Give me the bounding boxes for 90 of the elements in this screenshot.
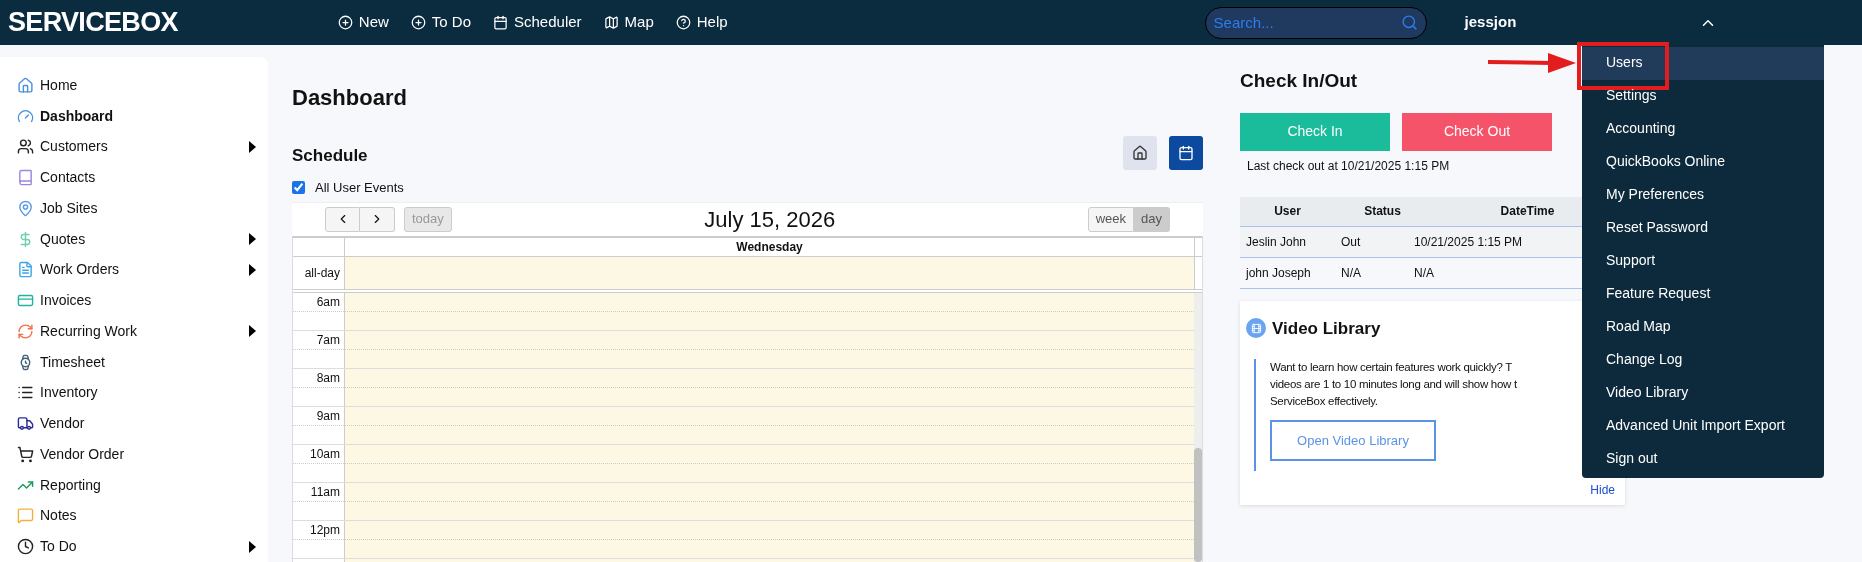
nav-link[interactable]: Help — [675, 11, 728, 34]
scrollbar[interactable] — [1194, 292, 1202, 562]
chat-icon — [17, 507, 34, 525]
nav-link[interactable]: New — [337, 11, 389, 34]
sidebar-item[interactable]: Invoices — [40, 290, 92, 312]
hour-label: 6am — [316, 293, 340, 311]
refresh-icon — [17, 322, 34, 340]
sidebar-item[interactable]: Job Sites — [40, 197, 98, 219]
sidebar-item[interactable]: Recurring Work — [40, 320, 137, 342]
menu-item[interactable]: Advanced Unit Import Export — [1582, 410, 1824, 443]
column-header: User — [1274, 203, 1301, 220]
sidebar-item[interactable]: Contacts — [40, 167, 96, 189]
map-pin-icon — [17, 199, 34, 217]
sidebar-item[interactable]: Timesheet — [40, 351, 105, 373]
house-icon — [1132, 145, 1148, 161]
description-line: ServiceBox effectively. — [1270, 394, 1378, 409]
menu-item[interactable]: Settings — [1582, 80, 1824, 113]
nav-link[interactable]: Scheduler — [493, 11, 582, 34]
username[interactable]: jessjon — [1464, 11, 1517, 34]
checkbox-label: All User Events — [315, 179, 404, 197]
truck-icon — [17, 415, 34, 433]
plus-icon — [410, 15, 426, 30]
sidebar-item[interactable]: Dashboard — [40, 105, 114, 127]
calendar-view-button[interactable] — [1169, 136, 1203, 170]
hide-link[interactable]: Hide — [1590, 481, 1615, 499]
sidebar-item[interactable]: Quotes — [40, 228, 86, 250]
menu-item[interactable]: Support — [1582, 245, 1824, 278]
column-header: Status — [1364, 203, 1401, 220]
sidebar-item[interactable]: Inventory — [40, 382, 98, 404]
table-cell-text: Jeslin John — [1245, 233, 1307, 251]
section-title: Schedule — [292, 144, 368, 167]
menu-item[interactable]: My Preferences — [1582, 179, 1824, 212]
sidebar-item[interactable]: Home — [40, 74, 78, 96]
day-header: Wednesday — [735, 238, 804, 256]
home-view-button[interactable] — [1123, 136, 1157, 170]
menu-item[interactable]: Video Library — [1582, 377, 1824, 410]
calendar-icon — [1178, 145, 1194, 161]
table-cell-text: 10/21/2025 1:15 PM — [1413, 233, 1523, 251]
menu-item[interactable]: Feature Request — [1582, 278, 1824, 311]
house-icon — [17, 76, 34, 94]
menu-item[interactable]: QuickBooks Online — [1582, 146, 1824, 179]
document-icon — [17, 261, 34, 279]
hour-label: 11am — [310, 483, 340, 501]
sidebar-item[interactable]: Customers — [40, 136, 108, 158]
film-icon — [1246, 318, 1266, 339]
view-tab[interactable]: day — [1134, 206, 1170, 232]
menu-item[interactable]: Users — [1582, 47, 1824, 80]
description-line: videos are 1 to 10 minutes long and will show how t — [1270, 377, 1517, 392]
search-icon[interactable] — [1400, 13, 1418, 31]
calendar-date: July 15, 2026 — [704, 205, 836, 234]
column-header: DateTime — [1500, 203, 1555, 220]
search-field[interactable]: Search... — [1204, 6, 1427, 39]
sidebar-item[interactable]: Notes — [40, 505, 77, 527]
book-icon — [17, 169, 34, 187]
sidebar-item[interactable]: To Do — [40, 536, 77, 558]
gauge-icon — [17, 107, 34, 125]
hour-label: 9am — [316, 407, 340, 425]
calendar-icon — [493, 15, 508, 30]
clock-icon — [17, 538, 34, 556]
checkbox[interactable] — [292, 181, 305, 195]
help-icon — [675, 15, 691, 30]
view-tab[interactable]: week — [1087, 206, 1134, 232]
cart-icon — [17, 445, 34, 463]
hour-label: 8am — [316, 369, 340, 387]
description-line: Want to learn how certain features work quickly? T — [1270, 360, 1512, 375]
hour-label: 7am — [316, 331, 340, 349]
menu-item[interactable]: Sign out — [1582, 443, 1824, 476]
hour-label: 10am — [309, 445, 340, 463]
people-icon — [17, 138, 34, 156]
table-cell-text: Out — [1340, 233, 1361, 251]
sidebar-item[interactable]: Work Orders — [40, 259, 120, 281]
hour-label: 12pm — [309, 521, 340, 539]
logo[interactable]: SERVICEBOX — [8, 9, 178, 36]
map-icon — [603, 15, 619, 30]
sidebar-item[interactable]: Vendor — [40, 413, 85, 435]
menu-item[interactable]: Change Log — [1582, 344, 1824, 377]
sidebar-item[interactable]: Reporting — [40, 474, 101, 496]
menu-item[interactable]: Reset Password — [1582, 212, 1824, 245]
page-title: Dashboard — [292, 84, 408, 112]
plus-icon — [337, 15, 353, 30]
nav-link[interactable]: To Do — [410, 11, 471, 34]
menu-item[interactable]: Accounting — [1582, 113, 1824, 146]
table-cell-text: john Joseph — [1244, 264, 1311, 282]
card-title: Video Library — [1272, 318, 1381, 338]
menu-item[interactable]: Road Map — [1582, 311, 1824, 344]
nav-link[interactable]: Map — [603, 11, 654, 34]
all-day-label: all-day — [304, 264, 340, 282]
sidebar-item[interactable]: Vendor Order — [40, 443, 125, 465]
table-cell-text: N/A — [1340, 264, 1361, 282]
table-cell-text: N/A — [1413, 264, 1434, 282]
